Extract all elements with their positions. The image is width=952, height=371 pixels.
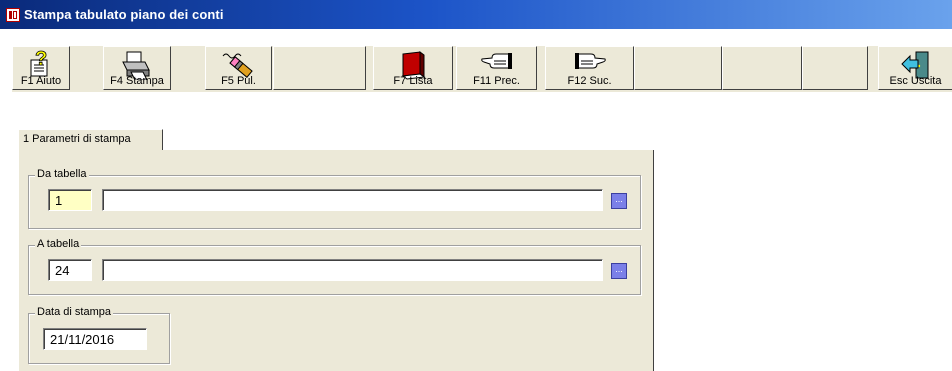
da-tabella-code-input[interactable] — [48, 189, 92, 211]
print-button[interactable]: F4 Stampa — [103, 46, 171, 90]
app-icon — [6, 7, 20, 22]
hand-point-left-icon — [480, 53, 512, 69]
hand-point-right-icon — [574, 53, 606, 69]
tab-label: 1 Parametri di stampa — [23, 133, 131, 145]
da-tabella-description-input[interactable] — [102, 189, 603, 211]
previous-button-label: F11 Prec. — [473, 75, 520, 87]
a-tabella-group: A tabella ... — [28, 238, 641, 295]
exit-button-label: Esc Uscita — [889, 75, 942, 87]
toolbar: ? F1 Aiuto F4 Stampa F5 Pul. F7 Lista F1… — [12, 46, 952, 92]
next-button[interactable]: F12 Suc. — [545, 46, 634, 90]
da-tabella-lookup-button[interactable]: ... — [611, 193, 627, 209]
svg-text:?: ? — [35, 50, 47, 70]
a-tabella-label: A tabella — [35, 238, 82, 250]
data-di-stampa-input[interactable] — [43, 328, 147, 350]
help-button[interactable]: ? F1 Aiuto — [12, 46, 70, 90]
data-di-stampa-group: Data di stampa — [28, 306, 170, 364]
a-tabella-code-input[interactable] — [48, 259, 92, 281]
next-button-label: F12 Suc. — [567, 75, 612, 87]
clear-button-label: F5 Pul. — [221, 75, 256, 87]
da-tabella-label: Da tabella — [35, 168, 89, 180]
previous-button[interactable]: F11 Prec. — [456, 46, 537, 90]
window-title: Stampa tabulato piano dei conti — [24, 7, 224, 22]
list-button[interactable]: F7 Lista — [373, 46, 453, 90]
help-button-label: F1 Aiuto — [20, 75, 62, 87]
toolbar-empty-slot — [273, 46, 366, 90]
help-question-icon: ? — [30, 50, 48, 77]
a-tabella-lookup-button[interactable]: ... — [611, 263, 627, 279]
toolbar-empty-slot — [634, 46, 722, 90]
tab-parametri-di-stampa[interactable]: 1 Parametri di stampa — [18, 129, 163, 151]
toolbar-empty-slot — [802, 46, 868, 90]
data-di-stampa-label: Data di stampa — [35, 306, 113, 318]
da-tabella-group: Da tabella ... — [28, 168, 641, 229]
a-tabella-description-input[interactable] — [102, 259, 603, 281]
list-button-label: F7 Lista — [393, 75, 433, 87]
exit-button[interactable]: Esc Uscita — [878, 46, 952, 90]
tab-panel: Da tabella ... A tabella ... Data di sta… — [18, 150, 654, 371]
title-bar: Stampa tabulato piano dei conti — [0, 0, 952, 29]
clear-button[interactable]: F5 Pul. — [205, 46, 272, 90]
print-button-label: F4 Stampa — [110, 75, 164, 87]
toolbar-empty-slot — [722, 46, 802, 90]
